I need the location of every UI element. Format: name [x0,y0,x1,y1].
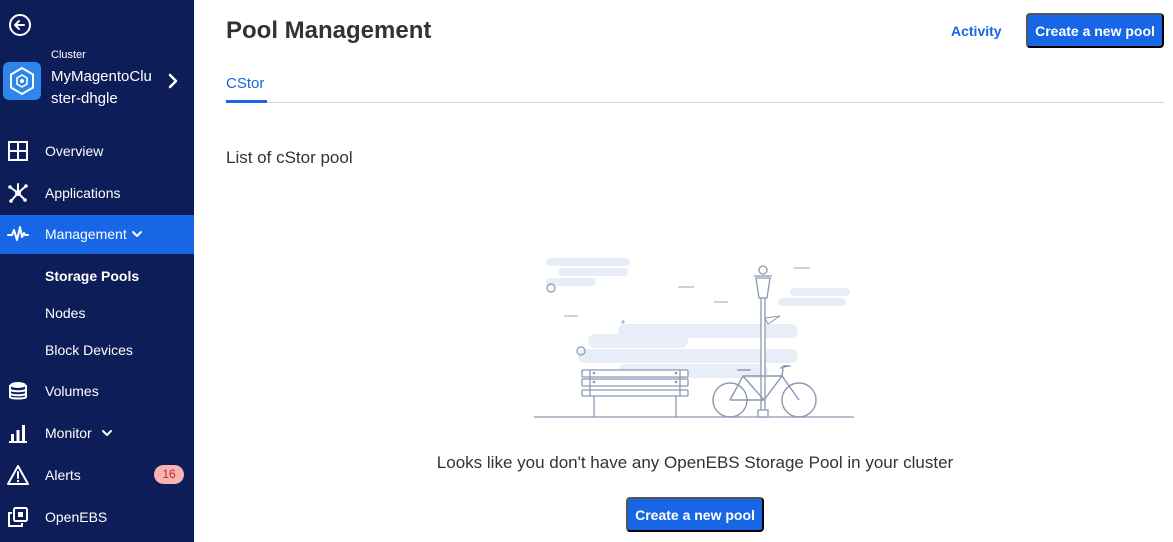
tab-divider [226,102,1164,103]
chevron-down-icon [132,231,142,237]
section-title: List of cStor pool [226,148,353,167]
sidebar-item-applications[interactable]: Applications [0,174,194,212]
chevron-down-icon [102,430,112,436]
sidebar-item-label: Management [45,226,127,242]
sidebar-subitem-block-devices[interactable]: Block Devices [45,342,133,358]
sidebar-item-label: Overview [45,143,104,159]
sidebar: Cluster MyMagentoCluster-dhgle Overview … [0,0,194,542]
kubernetes-icon [10,66,34,96]
alerts-count-badge: 16 [154,465,184,484]
chevron-right-icon [168,73,178,89]
grid-icon [8,141,28,161]
empty-state-message: Looks like you don't have any OpenEBS St… [436,453,954,472]
sidebar-item-alerts[interactable]: Alerts 16 [0,456,194,494]
sidebar-item-monitor[interactable]: Monitor [0,414,194,452]
sidebar-item-label: Volumes [45,383,99,399]
network-icon [8,183,28,203]
openebs-icon [8,507,28,527]
page-title: Pool Management [226,17,432,44]
sidebar-subitem-storage-pools[interactable]: Storage Pools [45,268,139,284]
bar-chart-icon [9,425,27,443]
database-icon [9,382,27,400]
arrow-left-circle-icon[interactable] [8,13,32,37]
cluster-name: MyMagentoCluster-dhgle [51,68,152,107]
sidebar-item-management[interactable]: Management [0,215,194,254]
sidebar-item-label: Monitor [45,425,92,441]
sidebar-item-label: Alerts [45,467,81,483]
create-pool-button-header[interactable]: Create a new pool [1026,13,1164,48]
warning-icon [7,465,29,485]
sidebar-item-label: Applications [45,185,121,201]
app-root: Cluster MyMagentoCluster-dhgle Overview … [0,0,1173,542]
cluster-caption: Cluster [51,49,86,61]
tab-active-indicator [226,100,267,103]
sidebar-item-label: OpenEBS [45,509,108,525]
sidebar-item-volumes[interactable]: Volumes [0,372,194,410]
cluster-switcher[interactable]: Cluster MyMagentoCluster-dhgle [0,48,194,114]
pulse-icon [7,226,29,241]
tab-cstor[interactable]: CStor [226,75,264,92]
empty-state-illustration [534,258,854,418]
sidebar-item-openebs[interactable]: OpenEBS [0,498,194,536]
sidebar-subitem-nodes[interactable]: Nodes [45,305,85,321]
activity-link[interactable]: Activity [951,23,1002,39]
kubernetes-logo [3,62,41,100]
sidebar-item-overview[interactable]: Overview [0,132,194,170]
create-pool-button[interactable]: Create a new pool [626,497,764,532]
